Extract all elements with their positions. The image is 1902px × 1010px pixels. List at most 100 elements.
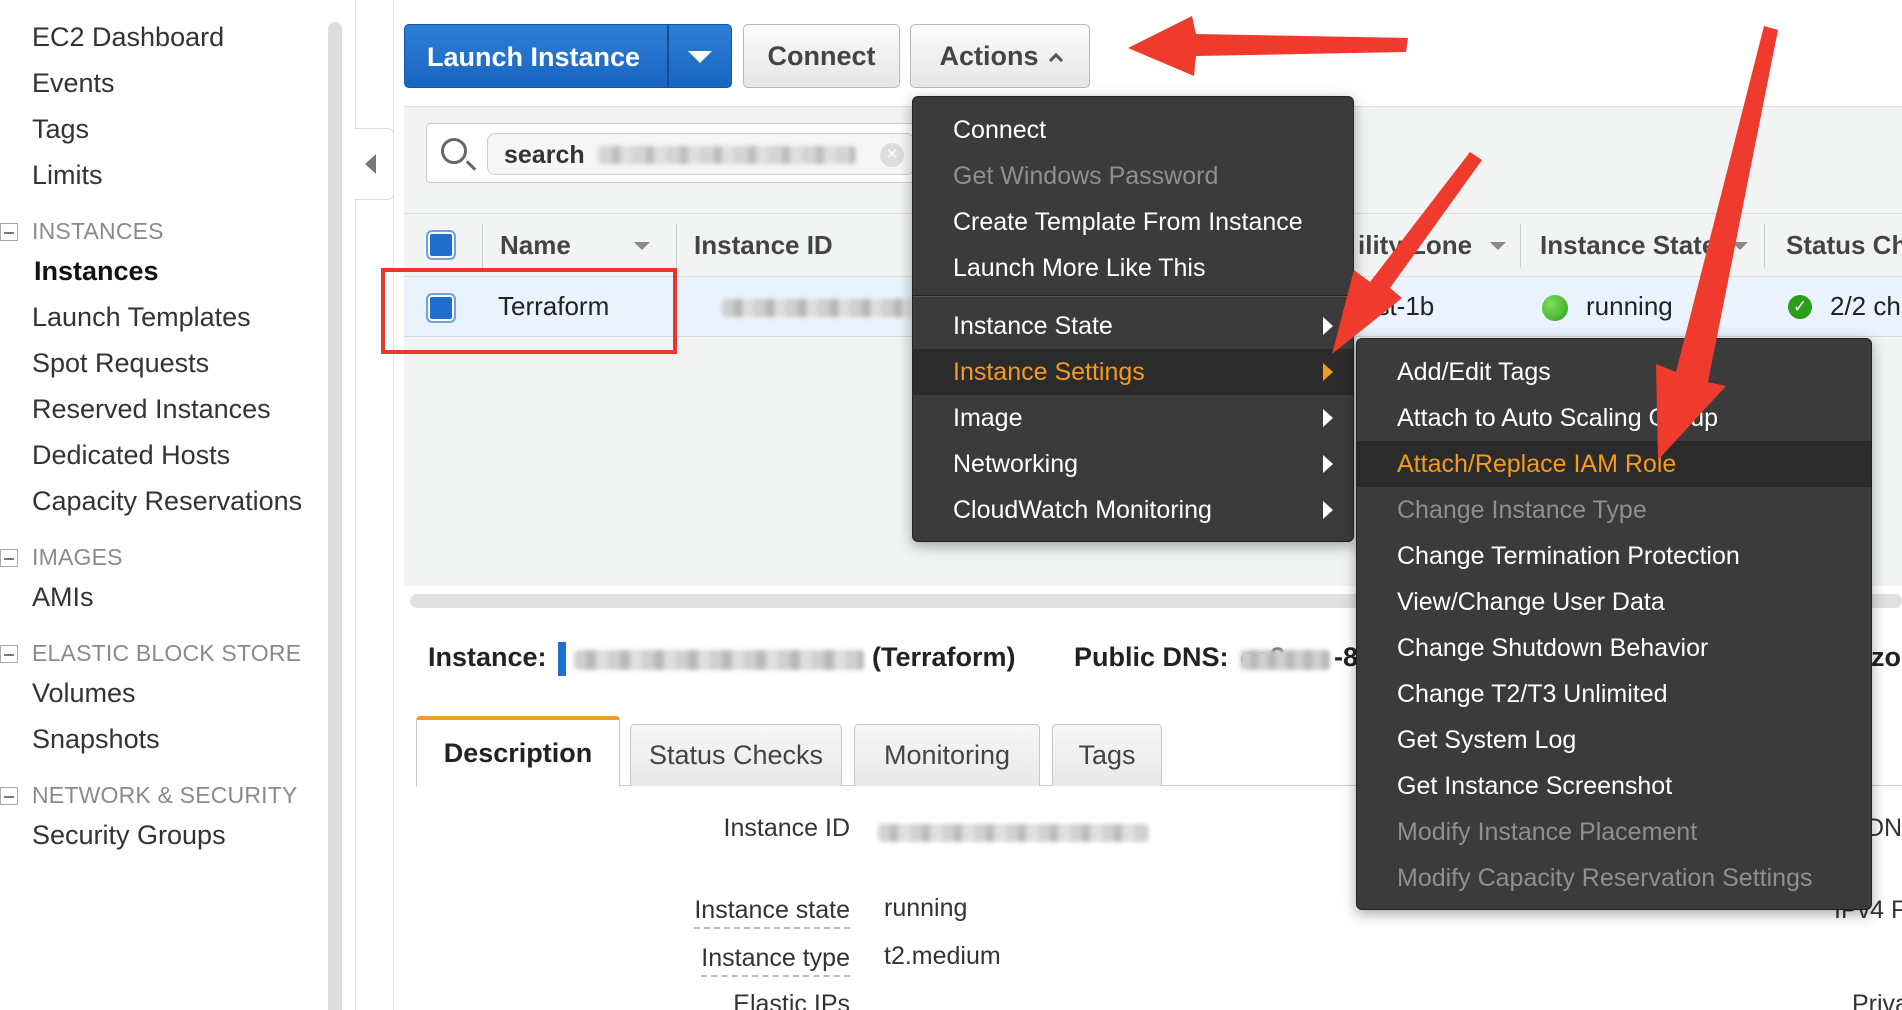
menu-item-cloudwatch-monitoring[interactable]: CloudWatch Monitoring: [913, 487, 1353, 533]
column-header-status-checks[interactable]: Status Ch: [1786, 230, 1902, 261]
column-header-availability-zone[interactable]: ility Zone: [1358, 230, 1472, 261]
menu-item-modify-instance-placement: Modify Instance Placement: [1397, 818, 1698, 846]
chevron-right-icon: [1323, 409, 1333, 427]
collapse-sidebar-button[interactable]: [354, 128, 394, 200]
tab-monitoring[interactable]: Monitoring: [854, 724, 1040, 786]
clear-icon[interactable]: ×: [880, 143, 904, 167]
search-icon: [441, 138, 467, 164]
menu-item-attach-replace-iam-role[interactable]: Attach/Replace IAM Role: [1357, 441, 1871, 487]
chevron-left-icon: [365, 154, 376, 174]
section-network-security[interactable]: NETWORK & SECURITY: [0, 782, 298, 809]
instance-name: (Terraform): [872, 642, 1016, 672]
section-title: ELASTIC BLOCK STORE: [32, 640, 302, 666]
nav-item-snapshots[interactable]: Snapshots: [32, 724, 160, 755]
nav-item-volumes[interactable]: Volumes: [32, 678, 136, 709]
column-header-name[interactable]: Name: [500, 230, 571, 261]
tab-description[interactable]: Description: [416, 716, 620, 787]
collapse-icon[interactable]: [0, 787, 18, 805]
section-ebs[interactable]: ELASTIC BLOCK STORE: [0, 640, 301, 667]
section-instances[interactable]: INSTANCES: [0, 218, 164, 245]
collapse-icon[interactable]: [0, 549, 18, 567]
nav-item-reserved-instances[interactable]: Reserved Instances: [32, 394, 271, 425]
menu-item-create-template[interactable]: Create Template From Instance: [913, 199, 1353, 245]
launch-instance-button[interactable]: Launch Instance: [404, 24, 732, 88]
cell-instance-state: running: [1586, 291, 1673, 321]
nav-item-launch-templates[interactable]: Launch Templates: [32, 302, 251, 333]
menu-item-networking[interactable]: Networking: [913, 441, 1353, 487]
redacted-instance-id: [878, 824, 1148, 842]
select-all-checkbox[interactable]: [426, 230, 456, 260]
split-divider: [667, 25, 669, 87]
instance-label: Instance:: [428, 642, 547, 672]
actions-label: Actions: [939, 40, 1039, 71]
menu-item-label: Networking: [953, 450, 1079, 478]
annotation-highlight-box: [381, 268, 677, 354]
search-filter-token[interactable]: search ×: [487, 133, 915, 175]
actions-button[interactable]: Actions: [910, 24, 1090, 88]
nav-item-amis[interactable]: AMIs: [32, 582, 94, 613]
column-header-instance-state[interactable]: Instance State: [1540, 230, 1716, 261]
nav-item-spot-requests[interactable]: Spot Requests: [32, 348, 209, 379]
column-header-instance-id[interactable]: Instance ID: [694, 230, 833, 261]
actions-menu: Connect Get Windows Password Create Temp…: [912, 96, 1354, 542]
menu-item-label: Instance Settings: [953, 358, 1145, 386]
collapse-icon[interactable]: [0, 223, 18, 241]
sort-icon[interactable]: [634, 242, 650, 250]
nav-item-ec2-dashboard[interactable]: EC2 Dashboard: [32, 22, 224, 53]
redacted-instance-id: [722, 299, 912, 317]
menu-item-change-shutdown-behavior[interactable]: Change Shutdown Behavior: [1357, 625, 1871, 671]
cell-availability-zone: est-1b: [1362, 291, 1435, 321]
section-title: INSTANCES: [32, 218, 164, 244]
column-divider: [1520, 224, 1521, 268]
sidebar: EC2 Dashboard Events Tags Limits INSTANC…: [0, 0, 320, 1010]
tab-status-checks[interactable]: Status Checks: [630, 724, 842, 786]
sort-icon[interactable]: [1732, 242, 1748, 250]
main-divider: [393, 0, 394, 1010]
menu-item-instance-state[interactable]: Instance State: [913, 303, 1353, 349]
redacted-search-value: [598, 146, 856, 164]
nav-item-limits[interactable]: Limits: [32, 160, 103, 191]
menu-item-modify-capacity-reservation: Modify Capacity Reservation Settings: [1397, 864, 1813, 892]
section-title: NETWORK & SECURITY: [32, 782, 298, 808]
collapse-icon[interactable]: [0, 645, 18, 663]
nav-item-capacity-reservations[interactable]: Capacity Reservations: [32, 486, 302, 517]
redacted-instance-id: [574, 650, 864, 670]
column-divider: [1764, 224, 1765, 268]
menu-item-label: Instance State: [953, 312, 1113, 340]
field-label-elastic-ips: Elastic IPs: [733, 990, 850, 1010]
connect-button[interactable]: Connect: [743, 24, 900, 88]
menu-item-attach-auto-scaling-group[interactable]: Attach to Auto Scaling Group: [1357, 395, 1871, 441]
menu-item-get-system-log[interactable]: Get System Log: [1357, 717, 1871, 763]
chevron-right-icon: [1323, 363, 1333, 381]
public-dns-suffix: -8: [1334, 642, 1359, 672]
sidebar-scrollbar[interactable]: [328, 22, 342, 1010]
menu-item-get-instance-screenshot[interactable]: Get Instance Screenshot: [1357, 763, 1871, 809]
menu-item-view-change-user-data[interactable]: View/Change User Data: [1357, 579, 1871, 625]
menu-separator: [913, 295, 1353, 297]
menu-item-add-edit-tags[interactable]: Add/Edit Tags: [1357, 349, 1871, 395]
nav-item-events[interactable]: Events: [32, 68, 115, 99]
section-title: IMAGES: [32, 544, 123, 570]
caret-down-icon[interactable]: [688, 51, 712, 63]
menu-item-connect[interactable]: Connect: [913, 107, 1353, 153]
nav-item-security-groups[interactable]: Security Groups: [32, 820, 226, 851]
field-value-instance-type: t2.medium: [884, 942, 1001, 970]
public-dns-label: Public DNS:: [1074, 642, 1229, 672]
menu-item-change-t2-t3-unlimited[interactable]: Change T2/T3 Unlimited: [1357, 671, 1871, 717]
menu-item-instance-settings[interactable]: Instance Settings: [913, 349, 1353, 395]
search-token-label: search: [504, 141, 585, 169]
section-images[interactable]: IMAGES: [0, 544, 123, 571]
menu-item-image[interactable]: Image: [913, 395, 1353, 441]
tab-tags[interactable]: Tags: [1052, 724, 1162, 786]
nav-item-tags[interactable]: Tags: [32, 114, 89, 145]
sort-icon[interactable]: [1490, 242, 1506, 250]
field-label-instance-id: Instance ID: [723, 814, 850, 842]
instance-color-flag: [558, 642, 566, 676]
menu-item-change-termination-protection[interactable]: Change Termination Protection: [1357, 533, 1871, 579]
clipped-text: Priva: [1852, 990, 1902, 1010]
nav-item-dedicated-hosts[interactable]: Dedicated Hosts: [32, 440, 230, 471]
nav-item-instances[interactable]: Instances: [34, 256, 159, 287]
menu-item-launch-more-like-this[interactable]: Launch More Like This: [913, 245, 1353, 291]
field-label-instance-type: Instance type: [701, 944, 850, 977]
annotation-arrow: [1128, 16, 1408, 76]
